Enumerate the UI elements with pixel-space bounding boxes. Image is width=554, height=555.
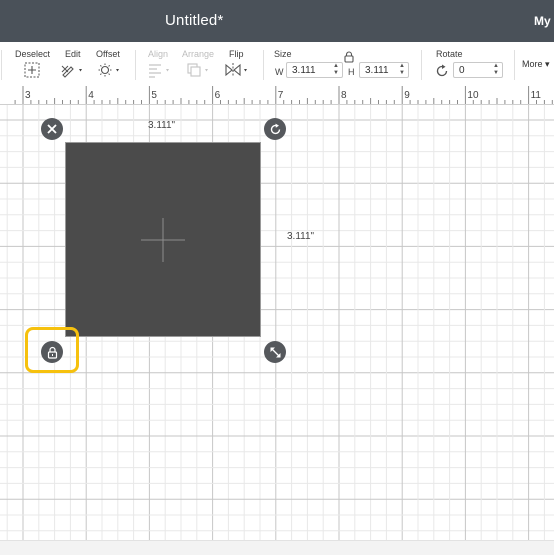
resize-handle[interactable] [264, 341, 286, 363]
deselect-label: Deselect [15, 49, 51, 59]
edit-pencil-icon[interactable] [60, 62, 86, 78]
selected-square-shape[interactable] [65, 142, 261, 337]
close-icon [47, 124, 57, 134]
ruler-label: 5 [151, 90, 157, 101]
width-value: 3.111 [292, 65, 316, 76]
ruler-label: 3 [25, 90, 31, 101]
ruler-ticks: 3 4 5 6 7 8 9 10 11 [14, 86, 553, 104]
edit-label: Edit [65, 49, 81, 59]
rotate-tool-icon[interactable] [435, 64, 449, 78]
arrange-icon[interactable] [186, 62, 212, 78]
toolbar-divider [263, 50, 264, 80]
align-label: Align [148, 49, 169, 59]
arrange-label: Arrange [182, 49, 215, 59]
size-label: Size [274, 49, 292, 59]
deselect-icon[interactable] [24, 62, 40, 78]
ruler-label: 10 [467, 90, 479, 101]
offset-icon[interactable] [97, 62, 123, 78]
toolbar-divider [514, 50, 515, 80]
toolbar-divider [135, 50, 136, 80]
center-crosshair-icon [141, 218, 185, 262]
align-icon[interactable] [147, 62, 173, 78]
rotate-value: 0 [459, 65, 465, 76]
flip-icon[interactable] [224, 62, 252, 78]
height-value: 3.111 [365, 65, 389, 76]
delete-handle[interactable] [41, 118, 63, 140]
width-stepper-icon[interactable]: ▲ ▼ [333, 63, 339, 77]
bottom-bar [0, 540, 554, 555]
rotate-handle[interactable] [264, 118, 286, 140]
height-label: H [348, 67, 355, 77]
ruler-label: 8 [341, 90, 347, 101]
rotate-label: Rotate [436, 49, 463, 59]
height-stepper-icon[interactable]: ▲ ▼ [399, 63, 405, 77]
height-input[interactable]: 3.111 ▲ ▼ [359, 62, 409, 78]
ruler-label: 6 [215, 90, 221, 101]
my-projects-link[interactable]: My P [534, 14, 554, 28]
lock-proportions-icon[interactable] [344, 51, 354, 63]
width-dimension-label: 3.111" [148, 120, 176, 131]
more-label: More [522, 59, 543, 69]
flip-label: Flip [229, 49, 244, 59]
ruler-label: 11 [531, 90, 542, 101]
toolbar-divider [1, 50, 2, 80]
height-dimension-label: 3.111" [287, 231, 315, 242]
rotate-icon [270, 123, 280, 134]
ruler-label: 7 [278, 90, 284, 101]
lock-icon [47, 346, 57, 359]
rotate-input[interactable]: 0 ▲ ▼ [453, 62, 503, 78]
offset-label: Offset [96, 49, 120, 59]
more-menu[interactable]: More ▾ [522, 59, 550, 70]
ruler-label: 4 [88, 90, 94, 101]
title-bar: Untitled* My P [0, 0, 554, 42]
project-title: Untitled* [165, 12, 224, 29]
ruler-label: 9 [404, 90, 410, 101]
more-chevron-icon: ▾ [545, 59, 550, 69]
width-input[interactable]: 3.111 ▲ ▼ [286, 62, 343, 78]
lock-handle[interactable] [41, 341, 63, 363]
rotate-stepper-icon[interactable]: ▲ ▼ [493, 63, 499, 77]
resize-icon [270, 347, 280, 357]
edit-toolbar: Deselect Edit Offset Align Arrange Flip … [0, 42, 554, 87]
width-label: W [275, 67, 284, 77]
toolbar-divider [421, 50, 422, 80]
horizontal-ruler: 3 4 5 6 7 8 9 10 11 [0, 86, 554, 105]
